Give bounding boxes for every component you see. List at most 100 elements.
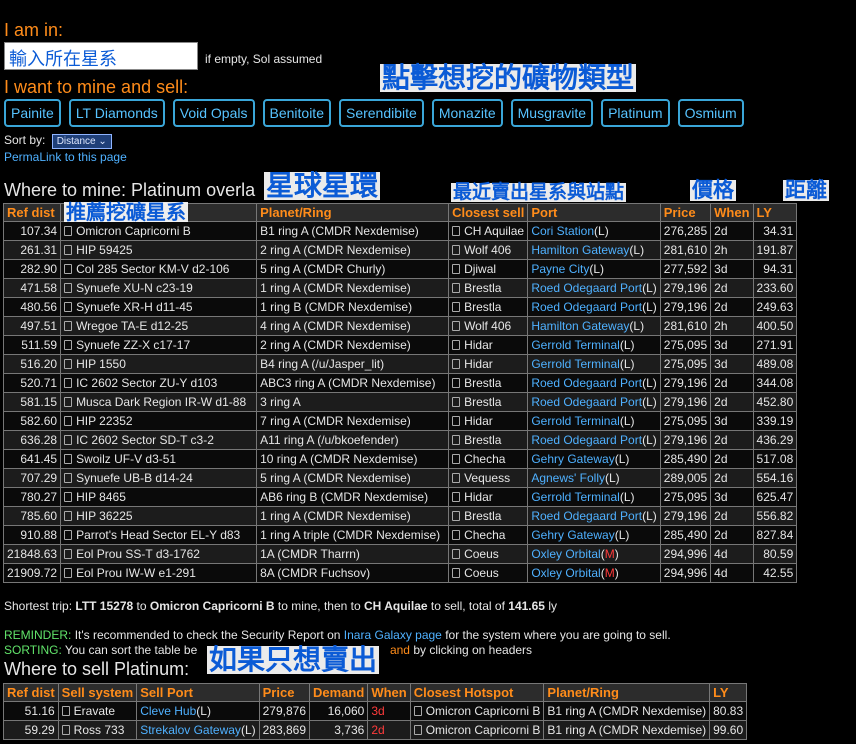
system-cell[interactable]: Eol Prou IW-W e1-291 <box>60 563 258 583</box>
copy-icon[interactable] <box>64 283 73 293</box>
copy-icon[interactable] <box>452 245 461 255</box>
port-cell[interactable]: Agnews' Folly(L) <box>527 468 661 488</box>
system-cell[interactable]: HIP 59425 <box>60 240 258 260</box>
port-cell[interactable]: Oxley Orbital(M) <box>527 563 661 583</box>
mine-header-7[interactable]: LY <box>752 203 798 222</box>
closest-sell-cell[interactable]: Coeus <box>448 563 529 583</box>
closest-sell-cell[interactable]: Brestla <box>448 430 529 450</box>
port-link[interactable]: Roed Odegaard Port <box>531 433 642 447</box>
sell-port-cell[interactable]: Cleve Hub(L) <box>136 701 260 721</box>
port-cell[interactable]: Roed Odegaard Port(L) <box>527 430 661 450</box>
port-link[interactable]: Roed Odegaard Port <box>531 376 642 390</box>
material-button-painite[interactable]: Painite <box>4 99 61 127</box>
copy-icon[interactable] <box>452 568 461 578</box>
mine-header-3[interactable]: Closest sell <box>448 203 529 222</box>
copy-icon[interactable] <box>64 226 73 236</box>
closest-sell-cell[interactable]: Wolf 406 <box>448 316 529 336</box>
sell-header-3[interactable]: Price <box>258 683 311 702</box>
copy-icon[interactable] <box>452 226 461 236</box>
port-link[interactable]: Oxley Orbital <box>531 547 600 561</box>
mine-header-2[interactable]: Planet/Ring <box>256 203 450 222</box>
port-link[interactable]: Gerrold Terminal <box>531 414 619 428</box>
copy-icon[interactable] <box>64 530 73 540</box>
sell-port-cell[interactable]: Strekalov Gateway(L) <box>136 720 260 740</box>
closest-sell-cell[interactable]: Hidar <box>448 354 529 374</box>
closest-sell-cell[interactable]: Brestla <box>448 297 529 317</box>
port-link[interactable]: Oxley Orbital <box>531 566 600 580</box>
port-link[interactable]: Strekalov Gateway <box>140 723 241 737</box>
copy-icon[interactable] <box>452 340 461 350</box>
system-cell[interactable]: Musca Dark Region IR-W d1-88 <box>60 392 258 412</box>
sell-header-6[interactable]: Closest Hotspot <box>409 683 545 702</box>
system-cell[interactable]: HIP 36225 <box>60 506 258 526</box>
copy-icon[interactable] <box>64 397 73 407</box>
port-cell[interactable]: Oxley Orbital(M) <box>527 544 661 564</box>
sell-header-1[interactable]: Sell system <box>57 683 138 702</box>
system-cell[interactable]: Synuefe ZZ-X c17-17 <box>60 335 258 355</box>
copy-icon[interactable] <box>452 378 461 388</box>
copy-icon[interactable] <box>452 264 461 274</box>
copy-icon[interactable] <box>64 302 73 312</box>
copy-icon[interactable] <box>413 725 422 735</box>
system-cell[interactable]: HIP 22352 <box>60 411 258 431</box>
copy-icon[interactable] <box>61 725 70 735</box>
port-cell[interactable]: Hamilton Gateway(L) <box>527 316 661 336</box>
copy-icon[interactable] <box>64 416 73 426</box>
copy-icon[interactable] <box>64 264 73 274</box>
port-link[interactable]: Gerrold Terminal <box>531 357 619 371</box>
port-cell[interactable]: Gerrold Terminal(L) <box>527 487 661 507</box>
system-cell[interactable]: Synuefe XU-N c23-19 <box>60 278 258 298</box>
copy-icon[interactable] <box>452 397 461 407</box>
closest-sell-cell[interactable]: Djiwal <box>448 259 529 279</box>
port-link[interactable]: Hamilton Gateway <box>531 243 629 257</box>
closest-sell-cell[interactable]: Vequess <box>448 468 529 488</box>
closest-sell-cell[interactable]: Hidar <box>448 411 529 431</box>
inara-link[interactable]: Inara Galaxy page <box>344 628 442 642</box>
copy-icon[interactable] <box>64 511 73 521</box>
system-cell[interactable]: Synuefe UB-B d14-24 <box>60 468 258 488</box>
port-link[interactable]: Cori Station <box>531 224 594 238</box>
port-cell[interactable]: Roed Odegaard Port(L) <box>527 392 661 412</box>
closest-sell-cell[interactable]: Brestla <box>448 373 529 393</box>
copy-icon[interactable] <box>61 706 70 716</box>
closest-sell-cell[interactable]: Coeus <box>448 544 529 564</box>
port-link[interactable]: Payne City <box>531 262 589 276</box>
sell-system-cell[interactable]: Ross 733 <box>57 720 138 740</box>
copy-icon[interactable] <box>452 473 461 483</box>
material-button-monazite[interactable]: Monazite <box>431 99 503 127</box>
mine-header-6[interactable]: When <box>710 203 754 222</box>
closest-sell-cell[interactable]: CH Aquilae <box>448 221 529 241</box>
system-cell[interactable]: Wregoe TA-E d12-25 <box>60 316 258 336</box>
system-cell[interactable]: IC 2602 Sector SD-T c3-2 <box>60 430 258 450</box>
closest-sell-cell[interactable]: Brestla <box>448 506 529 526</box>
port-cell[interactable]: Hamilton Gateway(L) <box>527 240 661 260</box>
port-cell[interactable]: Roed Odegaard Port(L) <box>527 373 661 393</box>
system-cell[interactable]: Eol Prou SS-T d3-1762 <box>60 544 258 564</box>
port-link[interactable]: Roed Odegaard Port <box>531 509 642 523</box>
system-cell[interactable]: HIP 8465 <box>60 487 258 507</box>
sort-select[interactable]: Distance ⌄ <box>51 134 112 149</box>
system-cell[interactable]: Synuefe XR-H d11-45 <box>60 297 258 317</box>
port-link[interactable]: Gerrold Terminal <box>531 490 619 504</box>
material-button-musgravite[interactable]: Musgravite <box>510 99 594 127</box>
sell-header-5[interactable]: When <box>367 683 411 702</box>
sell-header-2[interactable]: Sell Port <box>136 683 260 702</box>
copy-icon[interactable] <box>64 340 73 350</box>
closest-sell-cell[interactable]: Hidar <box>448 487 529 507</box>
material-button-benitoite[interactable]: Benitoite <box>262 99 331 127</box>
mine-header-4[interactable]: Port <box>527 203 661 222</box>
port-link[interactable]: Roed Odegaard Port <box>531 300 642 314</box>
sell-system-cell[interactable]: Eravate <box>57 701 138 721</box>
material-button-void-opals[interactable]: Void Opals <box>172 99 255 127</box>
copy-icon[interactable] <box>452 492 461 502</box>
copy-icon[interactable] <box>64 378 73 388</box>
copy-icon[interactable] <box>452 435 461 445</box>
system-input[interactable]: 輸入所在星系 <box>4 42 198 70</box>
copy-icon[interactable] <box>64 435 73 445</box>
port-link[interactable]: Gerrold Terminal <box>531 338 619 352</box>
copy-icon[interactable] <box>64 321 73 331</box>
copy-icon[interactable] <box>64 359 73 369</box>
mine-header-5[interactable]: Price <box>659 203 712 222</box>
material-button-lt-diamonds[interactable]: LT Diamonds <box>68 99 165 127</box>
sell-header-7[interactable]: Planet/Ring <box>543 683 711 702</box>
